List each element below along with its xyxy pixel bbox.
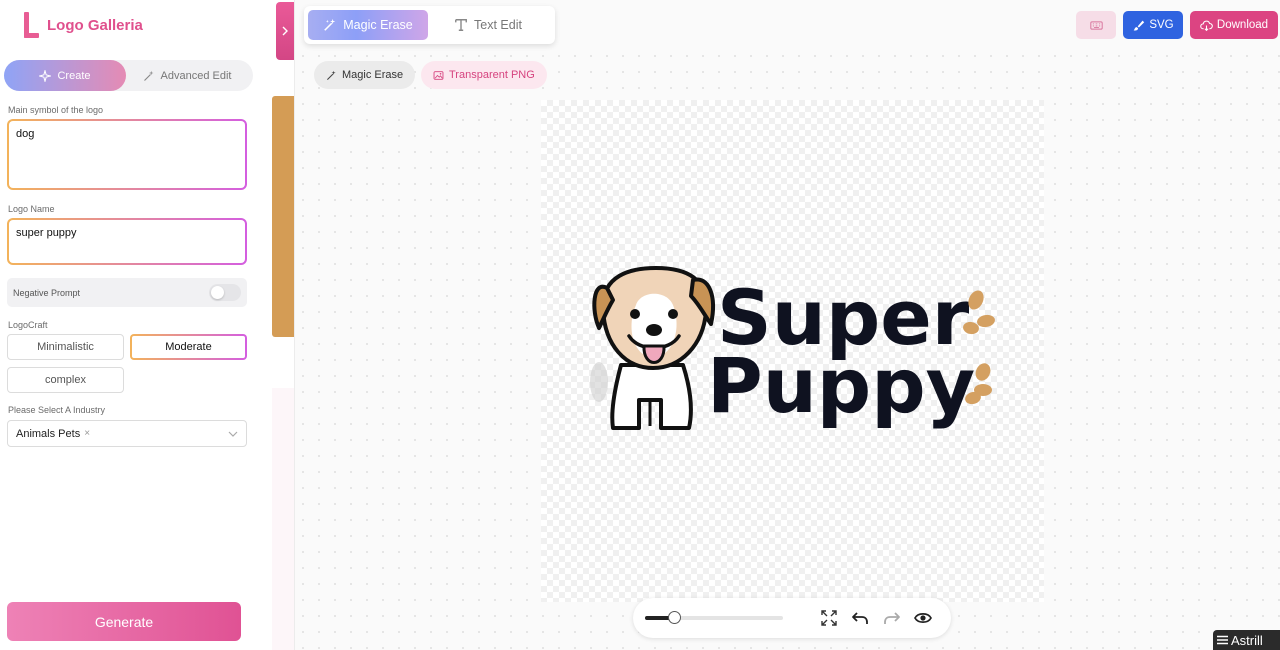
fit-screen-icon [820, 610, 837, 626]
sidebar-collapse-handle[interactable] [276, 2, 294, 60]
app-logo[interactable]: Logo Galleria [22, 12, 143, 38]
svg-export-label: SVG [1149, 19, 1174, 31]
magic-erase-chip[interactable]: Magic Erase [314, 61, 416, 89]
logo-illustration: Super Puppy [590, 265, 995, 430]
magic-wand-icon [324, 18, 336, 31]
symbol-label: Main symbol of the logo [8, 105, 104, 115]
industry-tag-label: Animals Pets [16, 427, 81, 440]
transparent-png-chip-label: Transparent PNG [449, 69, 535, 81]
keyboard-shortcuts-button[interactable] [1076, 11, 1116, 39]
magic-wand-icon [326, 70, 336, 80]
fit-screen-button[interactable] [813, 603, 845, 633]
menu-icon [1217, 635, 1228, 645]
preview-toggle-button[interactable] [907, 603, 939, 633]
redo-icon [883, 612, 900, 624]
style-complex-button[interactable]: complex [7, 367, 124, 393]
logo-name-label: Logo Name [8, 204, 55, 214]
chevron-down-icon [228, 431, 238, 437]
tool-text-edit-label: Text Edit [474, 18, 522, 32]
text-icon [455, 19, 467, 31]
industry-tag: Animals Pets × [16, 428, 90, 440]
editor-canvas-area: Magic Erase Text Edit SVG Download Magic… [294, 0, 1280, 650]
industry-label: Please Select A Industry [8, 405, 106, 415]
tool-toggle: Magic Erase Text Edit [304, 6, 555, 44]
negative-prompt-toggle[interactable] [209, 284, 241, 301]
chevron-right-icon [282, 26, 288, 36]
logocraft-label: LogoCraft [8, 320, 48, 330]
logo-name-input[interactable]: super puppy [7, 218, 247, 265]
symbol-input[interactable]: dog [7, 119, 247, 190]
transparent-png-chip[interactable]: Transparent PNG [421, 61, 547, 89]
eye-icon [914, 613, 933, 623]
history-panel-edge [272, 388, 294, 650]
export-actions: SVG Download [1076, 11, 1278, 39]
logo-mark-icon [22, 12, 40, 38]
zoom-slider[interactable] [645, 611, 783, 624]
tag-remove-icon[interactable]: × [84, 428, 90, 439]
astrill-label: Astrill [1231, 632, 1263, 648]
negative-prompt-label: Negative Prompt [13, 287, 81, 298]
negative-prompt-row: Negative Prompt [7, 278, 247, 307]
sparkle-icon [39, 69, 52, 82]
tool-text-edit-button[interactable]: Text Edit [428, 10, 548, 40]
download-button[interactable]: Download [1190, 11, 1278, 39]
zoom-controls [633, 598, 951, 638]
mode-create-label: Create [57, 69, 91, 82]
magic-erase-chip-label: Magic Erase [342, 69, 404, 81]
cloud-download-icon [1200, 20, 1213, 31]
mode-advanced-edit-button[interactable]: Advanced Edit [126, 60, 248, 91]
keyboard-icon [1089, 20, 1103, 30]
undo-icon [852, 612, 868, 624]
svg-export-button[interactable]: SVG [1123, 11, 1183, 39]
undo-button[interactable] [844, 603, 876, 633]
tool-magic-erase-label: Magic Erase [343, 18, 413, 32]
image-icon [433, 70, 444, 80]
style-moderate-button[interactable]: Moderate [130, 334, 247, 360]
astrill-vpn-widget[interactable]: Astrill [1213, 630, 1280, 650]
logo-text-line2: Puppy [707, 341, 975, 430]
sidebar: Logo Galleria Create Advanced Edit Main … [0, 0, 258, 650]
brush-icon [1133, 20, 1145, 30]
dog-mascot [592, 265, 715, 430]
magic-wand-icon [143, 70, 154, 81]
style-minimalistic-button[interactable]: Minimalistic [7, 334, 124, 360]
generate-button[interactable]: Generate [7, 602, 241, 641]
mode-create-button[interactable]: Create [4, 60, 126, 91]
history-thumbnail-strip[interactable] [272, 96, 294, 337]
logo-preview-canvas[interactable]: Super Puppy [541, 100, 1044, 602]
mode-advanced-edit-label: Advanced Edit [160, 69, 232, 82]
zoom-slider-knob[interactable] [668, 611, 681, 624]
app-name: Logo Galleria [47, 16, 143, 34]
redo-button[interactable] [876, 603, 908, 633]
tool-magic-erase-button[interactable]: Magic Erase [308, 10, 428, 40]
download-label: Download [1216, 19, 1269, 31]
motion-smudge [590, 362, 608, 402]
mode-switch: Create Advanced Edit [4, 60, 253, 91]
industry-select[interactable]: Animals Pets × [7, 420, 247, 447]
